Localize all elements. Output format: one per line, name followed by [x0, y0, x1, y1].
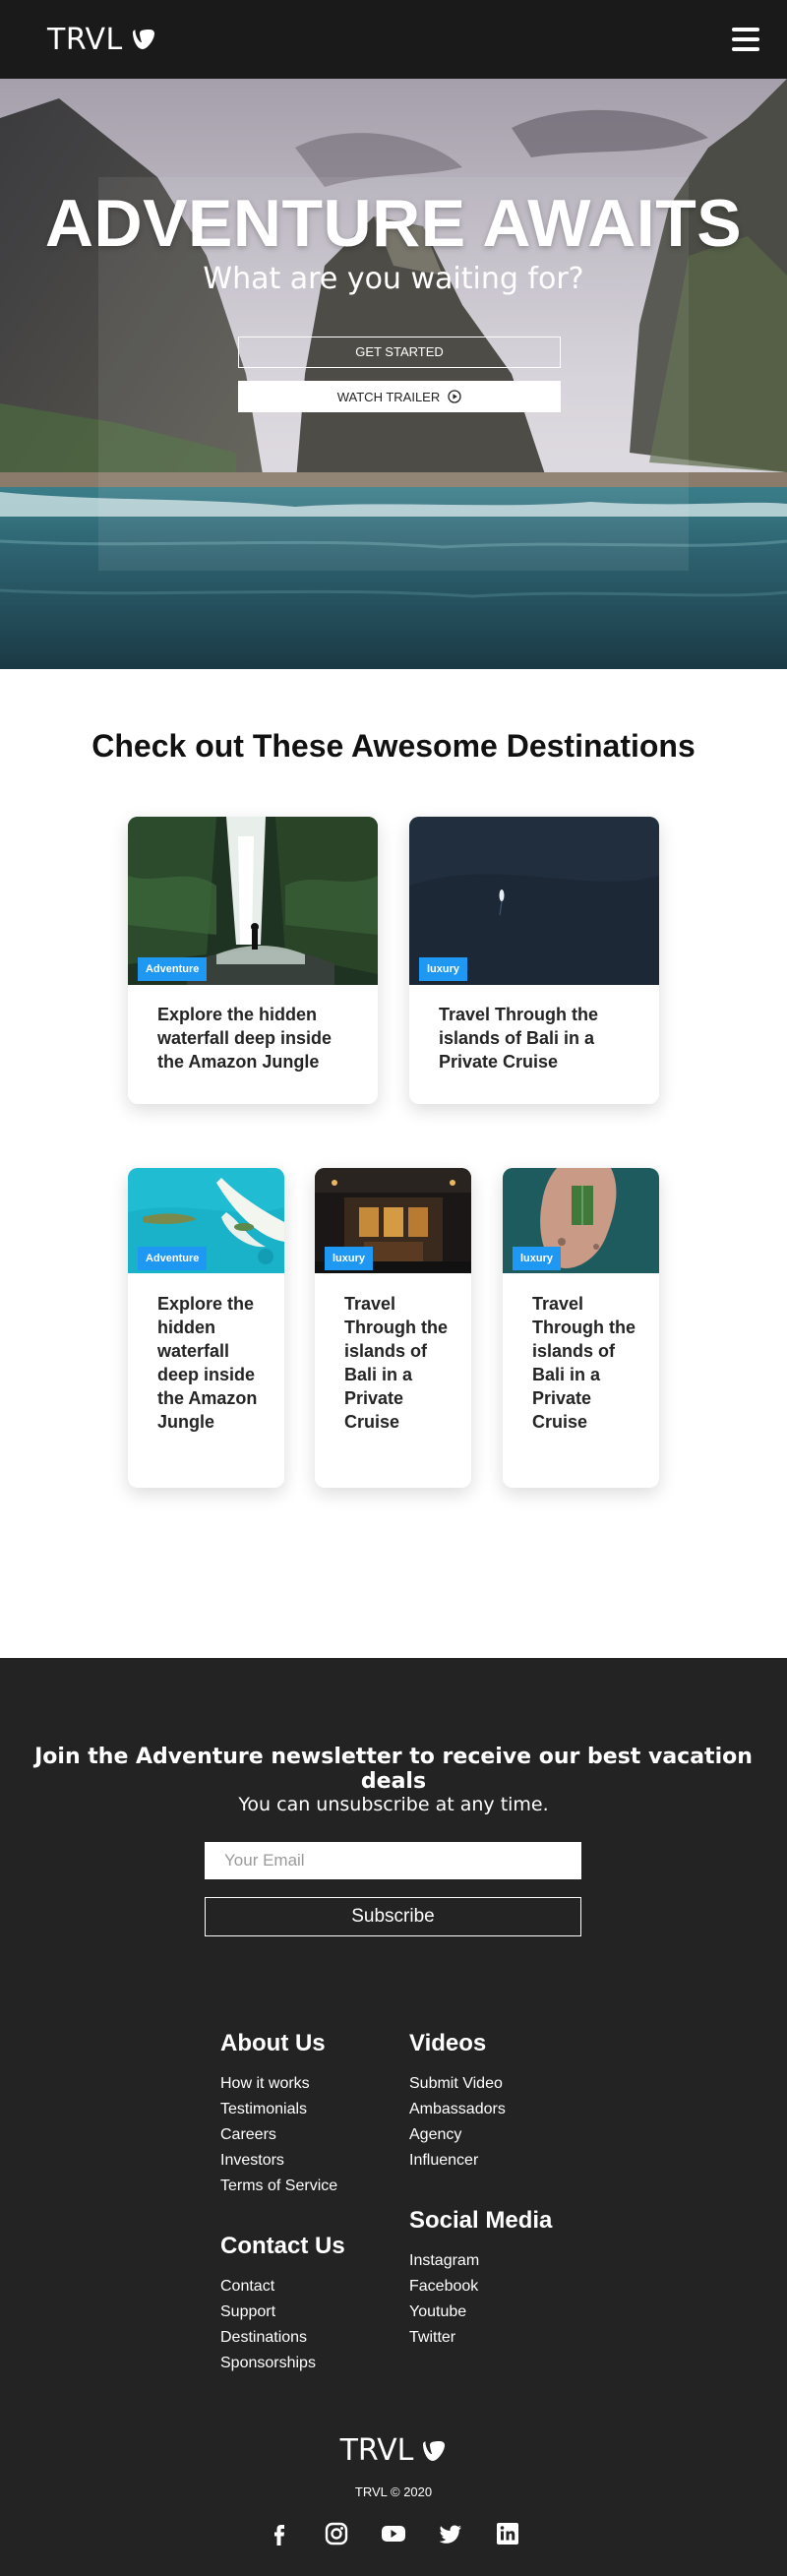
footer-link[interactable]: Influencer	[409, 2148, 506, 2174]
destination-card[interactable]: Adventure Explore the hidden waterfall d…	[128, 1168, 284, 1488]
footer-link[interactable]: Destinations	[220, 2325, 345, 2351]
navbar: TRVL	[0, 0, 787, 79]
watch-trailer-label: WATCH TRAILER	[336, 389, 441, 404]
footer-videos-title: Videos	[409, 2030, 487, 2056]
facebook-icon[interactable]	[266, 2520, 293, 2547]
newsletter-subtitle: You can unsubscribe at any time.	[238, 1794, 549, 1815]
subscribe-button[interactable]: Subscribe	[205, 1897, 581, 1936]
card-title: Travel Through the islands of Bali in a …	[532, 1294, 636, 1432]
footer-link[interactable]: Twitter	[409, 2325, 552, 2351]
footer-contact-column: Contact Us Contact Support Destinations …	[220, 2233, 345, 2376]
footer-link[interactable]: Facebook	[409, 2274, 552, 2300]
footer-link[interactable]: Ambassadors	[409, 2097, 506, 2122]
email-input[interactable]	[205, 1842, 581, 1879]
destination-card[interactable]: luxury Travel Through the islands of Bal…	[503, 1168, 659, 1488]
play-circle-icon	[448, 390, 461, 403]
watch-trailer-button[interactable]: WATCH TRAILER	[238, 381, 561, 412]
footer-link[interactable]: Contact	[220, 2274, 345, 2300]
hero-section: ADVENTURE AWAITS What are you waiting fo…	[0, 79, 787, 669]
card-tag: luxury	[419, 957, 468, 981]
typo3-logo-icon	[423, 2440, 446, 2461]
destination-card[interactable]: Adventure Explore the hidden waterfall d…	[128, 817, 378, 1104]
youtube-icon[interactable]	[380, 2520, 407, 2547]
social-icons	[0, 2520, 787, 2547]
linkedin-icon[interactable]	[494, 2520, 521, 2547]
twitter-icon[interactable]	[437, 2520, 464, 2547]
newsletter-title: Join the Adventure newsletter to receive…	[34, 1745, 753, 1794]
footer-social-column: Social Media Instagram Facebook Youtube …	[409, 2207, 552, 2351]
instagram-icon[interactable]	[323, 2520, 350, 2547]
footer-link[interactable]: Testimonials	[220, 2097, 337, 2122]
footer-link[interactable]: How it works	[220, 2071, 337, 2097]
footer-link[interactable]: Sponsorships	[220, 2351, 345, 2376]
hero-subtitle: What are you waiting for?	[203, 262, 584, 296]
card-title: Explore the hidden waterfall deep inside…	[157, 1294, 258, 1432]
footer-social-title: Social Media	[409, 2207, 553, 2234]
footer-about-title: About Us	[220, 2030, 326, 2056]
footer-link[interactable]: Terms of Service	[220, 2174, 337, 2199]
brand-name: TRVL	[47, 22, 123, 57]
card-title: Explore the hidden waterfall deep inside…	[157, 1005, 333, 1072]
footer-link[interactable]: Support	[220, 2300, 345, 2325]
menu-hamburger-icon[interactable]	[732, 28, 759, 51]
card-tag: Adventure	[138, 1247, 208, 1270]
footer-link[interactable]: Submit Video	[409, 2071, 506, 2097]
card-tag: luxury	[513, 1247, 562, 1270]
footer-contact-title: Contact Us	[220, 2233, 345, 2259]
footer-link[interactable]: Careers	[220, 2122, 337, 2148]
footer-brand-name: TRVL	[339, 2433, 414, 2468]
footer-link[interactable]: Youtube	[409, 2300, 552, 2325]
get-started-button[interactable]: GET STARTED	[238, 337, 561, 368]
card-tag: luxury	[325, 1247, 374, 1270]
footer-link[interactable]: Investors	[220, 2148, 337, 2174]
footer: Join the Adventure newsletter to receive…	[0, 1658, 787, 2576]
footer-videos-column: Videos Submit Video Ambassadors Agency I…	[409, 2030, 506, 2174]
footer-about-column: About Us How it works Testimonials Caree…	[220, 2030, 337, 2199]
footer-link[interactable]: Agency	[409, 2122, 506, 2148]
brand-logo[interactable]: TRVL	[47, 23, 156, 57]
card-tag: Adventure	[138, 957, 208, 981]
footer-link[interactable]: Instagram	[409, 2248, 552, 2274]
destination-card[interactable]: luxury Travel Through the islands of Bal…	[409, 817, 659, 1104]
card-title: Travel Through the islands of Bali in a …	[439, 1005, 599, 1072]
typo3-logo-icon	[132, 30, 154, 49]
hero-title: ADVENTURE AWAITS	[44, 186, 743, 261]
destination-card[interactable]: luxury Travel Through the islands of Bal…	[315, 1168, 471, 1488]
destinations-heading: Check out These Awesome Destinations	[91, 728, 696, 764]
footer-brand-logo[interactable]: TRVL	[0, 2433, 787, 2468]
copyright: TRVL © 2020	[354, 2484, 433, 2499]
card-title: Travel Through the islands of Bali in a …	[344, 1294, 448, 1432]
